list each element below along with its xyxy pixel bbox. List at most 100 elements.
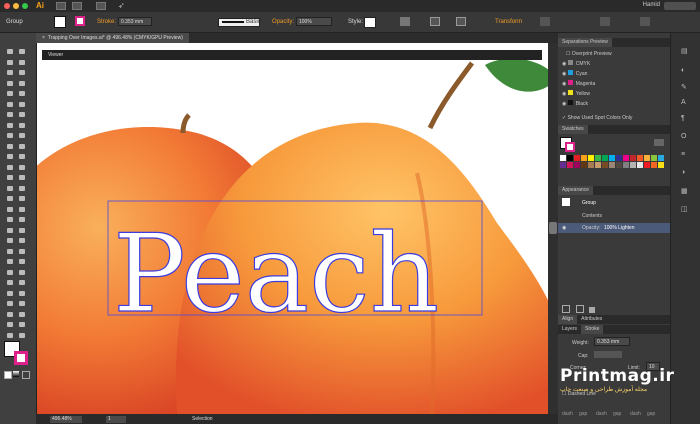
brushes-icon[interactable]: ✎ <box>681 83 691 91</box>
lasso-tool-icon[interactable] <box>17 58 27 67</box>
separations-panel-header[interactable]: Separations Preview <box>558 38 670 47</box>
live-paint-tool-icon[interactable] <box>5 289 15 298</box>
slice-select-tool-icon[interactable] <box>5 299 15 308</box>
list-view-icon[interactable] <box>654 139 664 146</box>
column-graph-tool-icon[interactable] <box>17 278 27 287</box>
plate-row[interactable]: ◉ Magenta <box>562 80 595 87</box>
artboard-number-field[interactable]: 1 <box>106 416 126 423</box>
selection-tool-icon[interactable] <box>5 47 15 56</box>
isolate-icon[interactable] <box>540 17 550 26</box>
rectangle-tool-icon[interactable] <box>5 89 15 98</box>
draw-inside-tool-icon[interactable] <box>17 320 27 329</box>
tab-layers[interactable]: Layers <box>558 325 581 334</box>
color-swatch[interactable] <box>644 162 650 168</box>
graph-tool-icon[interactable] <box>17 173 27 182</box>
tab-attributes[interactable]: Attributes <box>577 315 606 324</box>
transparency-icon[interactable]: ◑ <box>681 169 691 177</box>
measure-tool-icon[interactable] <box>17 299 27 308</box>
warp-tool-icon[interactable] <box>5 247 15 256</box>
polar-grid-tool-icon[interactable] <box>17 215 27 224</box>
symbol-sprayer-tool-icon[interactable] <box>5 173 15 182</box>
stroke-swatch[interactable] <box>75 16 85 26</box>
color-swatch[interactable] <box>616 155 622 161</box>
artboard-tool-icon[interactable] <box>5 184 15 193</box>
opacity-field[interactable]: 100% <box>296 17 332 26</box>
color-swatch[interactable] <box>602 155 608 161</box>
overprint-preview-checkbox[interactable]: ☐ Overprint Preview <box>566 51 612 57</box>
gpu-performance-icon[interactable]: ➶ <box>118 1 125 10</box>
width-tool-icon[interactable] <box>5 131 15 140</box>
shaper-tool-icon[interactable] <box>5 110 15 119</box>
zoom-field[interactable]: 496.48% <box>50 416 82 423</box>
color-swatch[interactable] <box>595 162 601 168</box>
bridge-icon[interactable] <box>56 2 66 10</box>
swatch-stroke-indicator[interactable] <box>565 142 575 152</box>
color-swatch[interactable] <box>658 155 664 161</box>
color-swatch[interactable] <box>609 162 615 168</box>
wrinkle-tool-icon[interactable] <box>5 278 15 287</box>
color-swatch[interactable] <box>560 155 566 161</box>
eraser-tool-icon[interactable] <box>17 110 27 119</box>
fill-swatch[interactable] <box>54 16 66 28</box>
color-swatch[interactable] <box>602 162 608 168</box>
color-swatch[interactable] <box>651 162 657 168</box>
color-swatch[interactable] <box>588 155 594 161</box>
viewer-panel-bar[interactable]: Viewer <box>42 50 542 60</box>
gradient-tool-icon[interactable] <box>17 152 27 161</box>
eyedropper-tool-icon[interactable] <box>5 163 15 172</box>
color-swatch[interactable] <box>567 162 573 168</box>
color-swatch[interactable] <box>616 162 622 168</box>
gradient-mode-icon[interactable] <box>13 371 19 377</box>
opentype-icon[interactable]: O <box>681 133 691 141</box>
tab-stroke[interactable]: Stroke <box>581 325 604 334</box>
color-swatch[interactable] <box>637 155 643 161</box>
pucker-tool-icon[interactable] <box>5 257 15 266</box>
color-swatch[interactable] <box>658 162 664 168</box>
star-tool-icon[interactable] <box>5 226 15 235</box>
perspective-tool-icon[interactable] <box>17 142 27 151</box>
tab-align[interactable]: Align <box>558 315 578 324</box>
arrange-documents-icon[interactable] <box>96 2 106 10</box>
color-swatch[interactable] <box>623 155 629 161</box>
artboards-icon[interactable]: ◫ <box>681 205 691 213</box>
appearance-opacity-label[interactable]: Opacity: <box>582 225 600 231</box>
color-swatch[interactable] <box>595 155 601 161</box>
pen-tool-icon[interactable] <box>5 68 15 77</box>
workspace-user[interactable]: Hamid <box>643 2 660 8</box>
gradient-icon[interactable]: ▦ <box>681 187 691 195</box>
shape-builder-icon[interactable] <box>600 17 610 26</box>
color-swatch[interactable] <box>560 162 566 168</box>
rotate-tool-icon[interactable] <box>5 121 15 130</box>
color-swatch[interactable] <box>567 155 573 161</box>
stroke-color-box[interactable] <box>14 351 28 365</box>
color-swatch[interactable] <box>623 162 629 168</box>
direct-selection-tool-icon[interactable] <box>17 47 27 56</box>
bloat-tool-icon[interactable] <box>17 257 27 266</box>
blend-tool-icon[interactable] <box>17 163 27 172</box>
swatches-panel-header[interactable]: Swatches <box>558 125 670 134</box>
plate-row[interactable]: ◉ Yellow <box>562 90 590 97</box>
rotate-view-tool-icon[interactable] <box>17 205 27 214</box>
close-window-icon[interactable] <box>4 3 10 9</box>
stock-icon[interactable] <box>72 2 82 10</box>
transform-link[interactable]: Transform <box>495 19 522 25</box>
layers-icon[interactable]: ≡ <box>681 151 691 159</box>
draw-behind-tool-icon[interactable] <box>5 320 15 329</box>
close-tab-icon[interactable]: × <box>42 35 45 41</box>
appearance-footer-icons[interactable] <box>562 305 662 313</box>
color-icon[interactable]: ◐ <box>681 67 691 75</box>
appearance-opacity-row[interactable]: ◉ Opacity: 100% Lighten <box>558 223 670 233</box>
rectangle-grid-tool-icon[interactable] <box>5 215 15 224</box>
appearance-panel-header[interactable]: Appearance <box>558 186 670 195</box>
knife-tool-icon[interactable] <box>17 236 27 245</box>
artboard-canvas[interactable]: Peach <box>37 43 548 414</box>
slice-tool-icon[interactable] <box>17 184 27 193</box>
document-tab[interactable]: × Trapping Over Images.ai* @ 496.48% (CMY… <box>36 33 189 43</box>
none-mode-icon[interactable] <box>22 371 30 379</box>
type-tool-icon[interactable] <box>5 79 15 88</box>
pencil-tool-icon[interactable] <box>17 100 27 109</box>
plate-row[interactable]: ◉ CMYK <box>562 60 590 67</box>
character-icon[interactable]: A <box>681 99 691 107</box>
search-input[interactable] <box>664 2 696 10</box>
visibility-eye-icon[interactable]: ◉ <box>562 225 566 231</box>
